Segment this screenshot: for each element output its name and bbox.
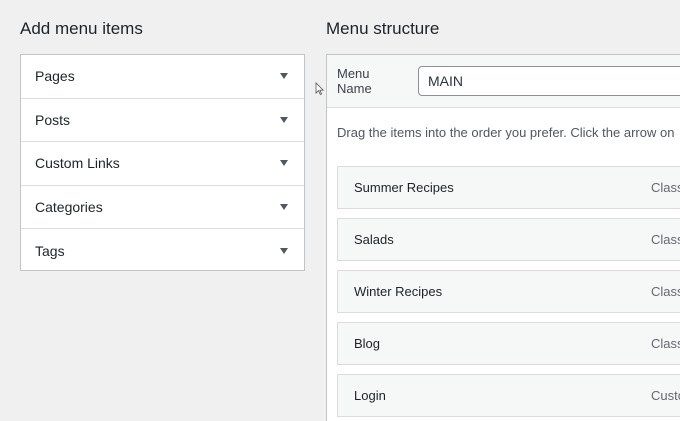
- accordion-label: Posts: [35, 111, 71, 128]
- mouse-pointer-icon: [315, 82, 325, 96]
- accordion-custom-links[interactable]: Custom Links: [21, 142, 304, 186]
- menu-item-type: Classic: [651, 284, 680, 299]
- triangle-down-icon[interactable]: [280, 73, 288, 80]
- triangle-down-icon[interactable]: [280, 247, 288, 254]
- menu-item-title: Summer Recipes: [354, 180, 454, 195]
- triangle-down-icon[interactable]: [280, 203, 288, 210]
- menu-structure-panel: Menu Name Drag the items into the order …: [326, 54, 680, 421]
- menu-structure-heading: Menu structure: [326, 19, 440, 38]
- add-menu-items-accordion: Pages Posts Custom Links Categories Tags: [20, 54, 305, 271]
- add-menu-items-heading: Add menu items: [20, 19, 143, 38]
- triangle-down-icon[interactable]: [280, 160, 288, 167]
- accordion-tags[interactable]: Tags: [21, 229, 304, 273]
- accordion-label: Tags: [35, 242, 65, 259]
- accordion-pages[interactable]: Pages: [21, 55, 304, 99]
- accordion-categories[interactable]: Categories: [21, 186, 304, 229]
- menu-item-salads[interactable]: Salads Classic: [337, 218, 680, 261]
- drag-instructions: Drag the items into the order you prefer…: [337, 125, 675, 140]
- menu-name-field[interactable]: [417, 66, 680, 96]
- menu-item-title: Login: [354, 388, 386, 403]
- menu-item-title: Salads: [354, 232, 394, 247]
- menu-item-summer-recipes[interactable]: Summer Recipes Classic: [337, 166, 680, 209]
- menu-item-type: Classic: [651, 336, 680, 351]
- menu-item-title: Blog: [354, 336, 381, 351]
- menu-item-type: Custom: [651, 388, 680, 403]
- accordion-label: Categories: [35, 198, 103, 215]
- menu-item-winter-recipes[interactable]: Winter Recipes Classic: [337, 270, 680, 313]
- menus-editor: Add menu items Menu structure Pages Post…: [0, 0, 680, 421]
- menu-item-type: Classic: [651, 232, 680, 247]
- menu-name-row: Menu Name: [327, 55, 680, 108]
- menu-item-title: Winter Recipes: [354, 284, 443, 299]
- accordion-label: Pages: [35, 68, 75, 85]
- accordion-posts[interactable]: Posts: [21, 99, 304, 142]
- accordion-label: Custom Links: [35, 155, 120, 172]
- menu-item-login[interactable]: Login Custom: [337, 374, 680, 417]
- triangle-down-icon[interactable]: [280, 116, 288, 123]
- menu-name-label: Menu Name: [337, 66, 372, 96]
- menu-item-blog[interactable]: Blog Classic: [337, 322, 680, 365]
- menu-item-type: Classic: [651, 180, 680, 195]
